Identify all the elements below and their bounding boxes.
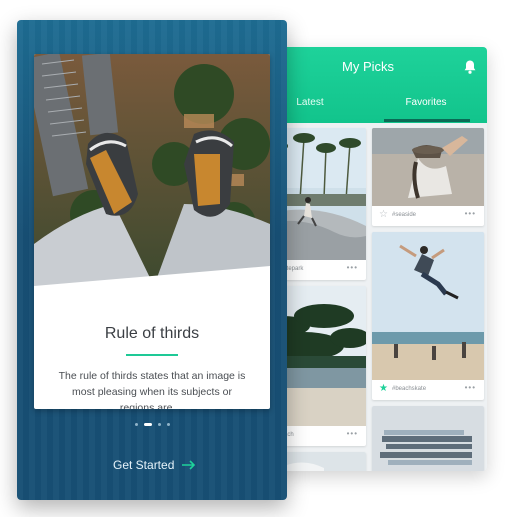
bell-icon[interactable]: [463, 59, 477, 75]
page-indicator[interactable]: [135, 421, 170, 427]
app-header: My Picks Latest Favorites: [252, 47, 487, 123]
active-tab-indicator: [384, 119, 470, 122]
favorite-star-icon[interactable]: ☆: [379, 210, 388, 220]
photo-card-seaside[interactable]: ☆ #seaside •••: [372, 128, 484, 226]
tip-description: The rule of thirds states that an image …: [58, 370, 246, 409]
card-caption: #beachskate: [392, 386, 427, 392]
arrow-right-icon: [182, 460, 196, 470]
title-divider: [126, 354, 178, 356]
onboarding-screen: Rule of thirds The rule of thirds states…: [17, 20, 287, 500]
tab-favorites[interactable]: Favorites: [376, 97, 476, 108]
seaside-photo: [372, 128, 484, 206]
page-dot[interactable]: [167, 422, 170, 426]
card-caption: #seaside: [392, 212, 417, 218]
get-started-label: Get Started: [113, 458, 175, 472]
tip-card: Rule of thirds The rule of thirds states…: [34, 54, 270, 409]
get-started-button[interactable]: Get Started: [113, 456, 196, 474]
card-footer: ☆ #seaside •••: [372, 206, 484, 226]
more-options-icon[interactable]: •••: [465, 383, 476, 392]
books-photo: [372, 406, 484, 471]
my-picks-screen: My Picks Latest Favorites #skatepark •••…: [252, 47, 487, 471]
beachskate-photo: [372, 232, 484, 380]
photo-card[interactable]: [372, 406, 484, 471]
page-dot-active[interactable]: [144, 422, 152, 426]
more-options-icon[interactable]: •••: [465, 209, 476, 218]
tip-title: Rule of thirds: [104, 325, 200, 342]
favorite-star-icon[interactable]: ★: [379, 384, 388, 394]
more-options-icon[interactable]: •••: [347, 429, 358, 438]
photo-card-beachskate[interactable]: ★ #beachskate •••: [372, 232, 484, 400]
more-options-icon[interactable]: •••: [347, 263, 358, 272]
sneakers-photo: [34, 54, 270, 286]
page-dot[interactable]: [135, 422, 138, 426]
page-dot[interactable]: [158, 422, 161, 426]
card-footer: ★ #beachskate •••: [372, 380, 484, 400]
